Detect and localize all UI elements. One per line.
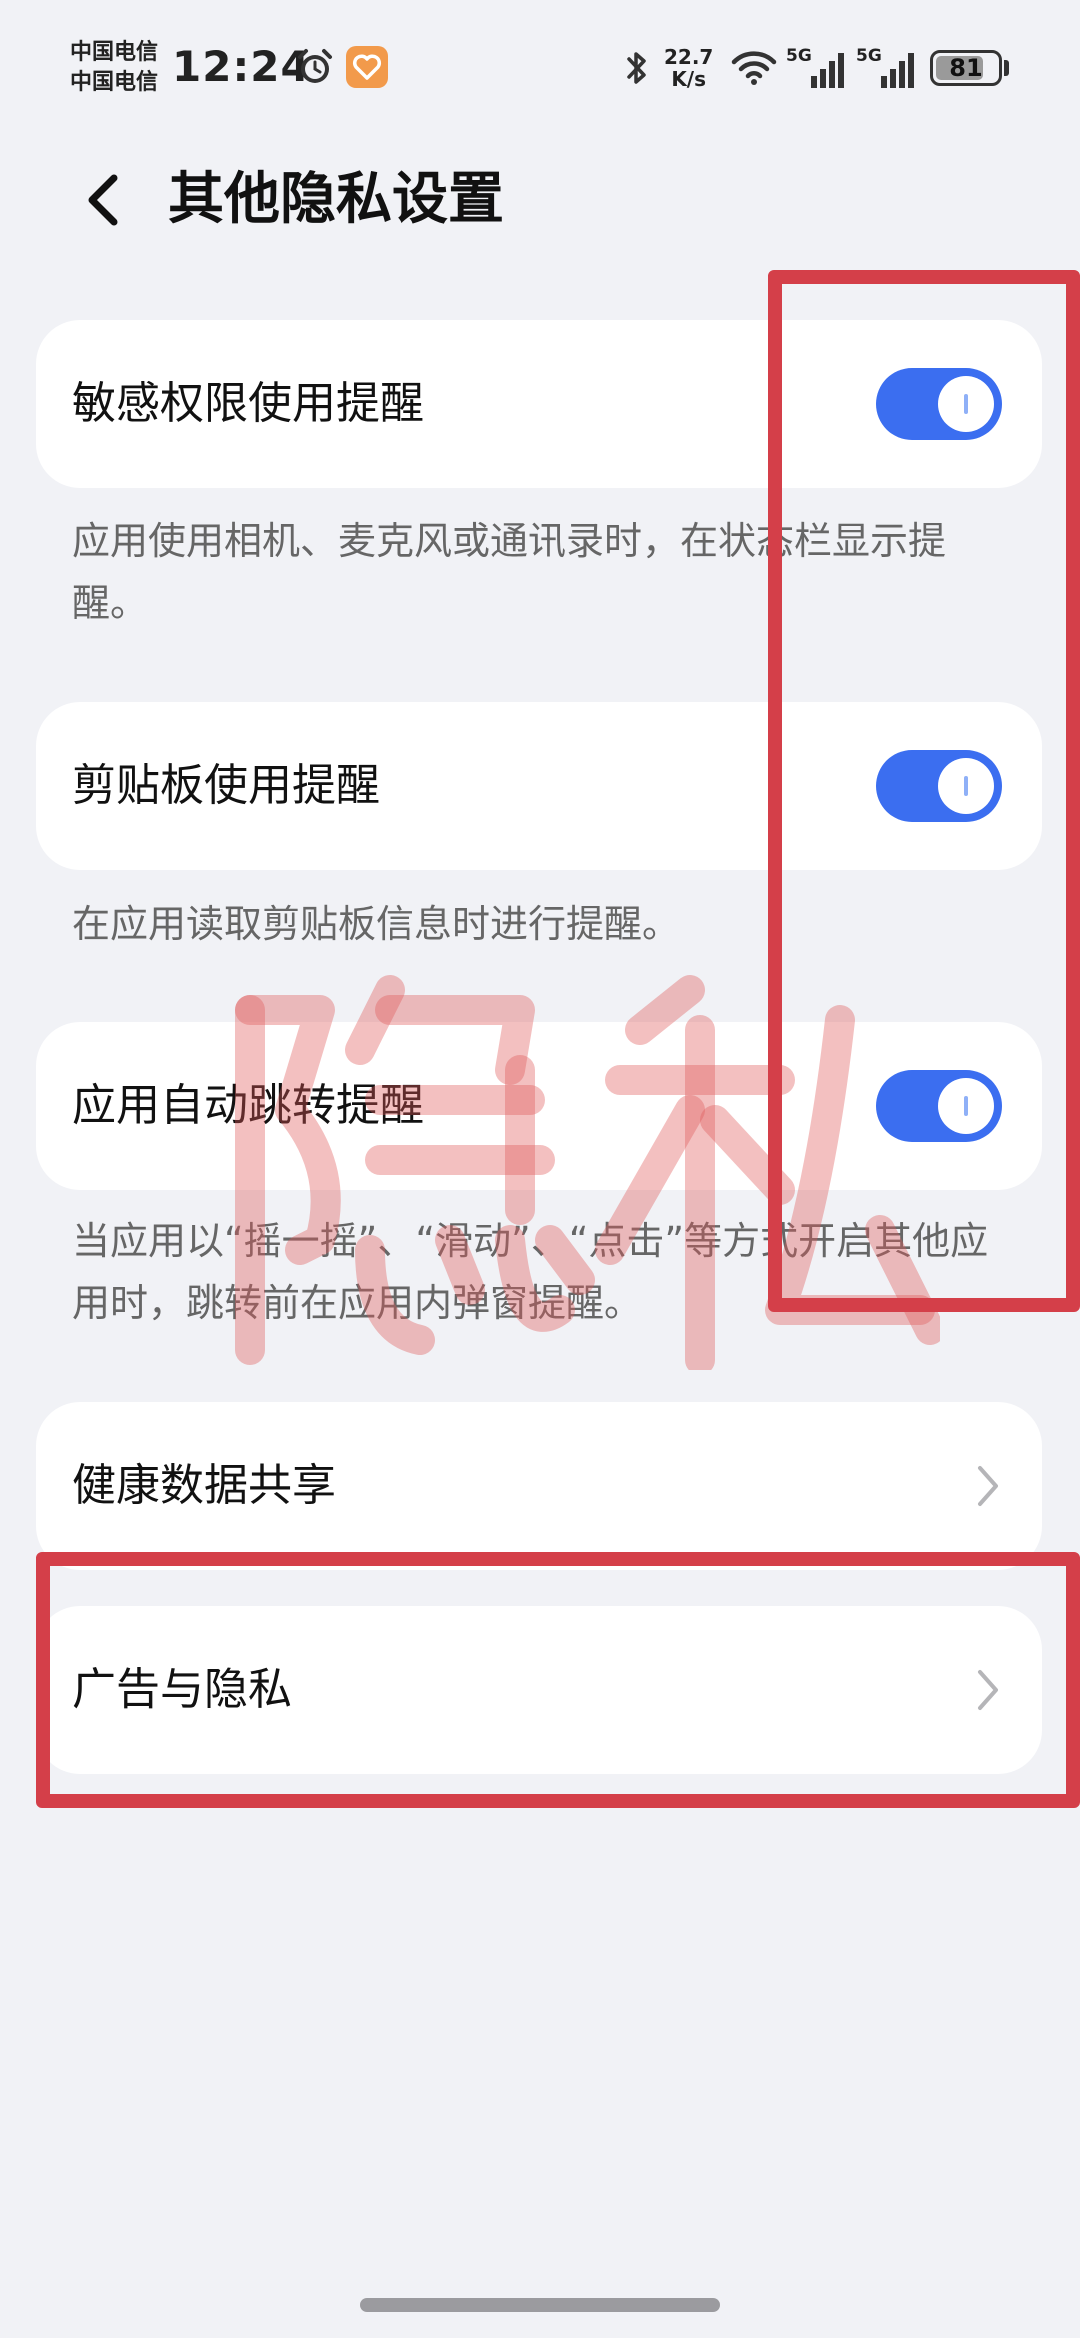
signal-bars-icon	[811, 53, 844, 88]
setting-label: 应用自动跳转提醒	[72, 1080, 424, 1131]
signal-bars-icon	[881, 53, 914, 88]
back-button[interactable]	[70, 160, 140, 240]
carrier-info: 中国电信 中国电信	[70, 38, 158, 98]
network-speed: 22.7 K/s	[664, 46, 713, 90]
setting-sensitive-permission-reminder[interactable]: 敏感权限使用提醒	[36, 320, 1042, 488]
setting-description: 当应用以“摇一摇”、“滑动”、“点击”等方式开启其他应用时，跳转前在应用内弹窗提…	[72, 1219, 989, 1325]
link-health-data-sharing[interactable]: 健康数据共享	[36, 1402, 1042, 1570]
wifi-icon	[731, 51, 777, 85]
chevron-right-icon	[978, 1466, 998, 1506]
app-auto-jump-toggle[interactable]	[876, 1070, 1002, 1142]
page-title: 其他隐私设置	[168, 167, 504, 232]
network-speed-value: 22.7	[664, 45, 714, 69]
alarm-icon	[298, 49, 332, 83]
bluetooth-icon	[627, 52, 646, 84]
signal-2-type: 5G	[856, 46, 882, 66]
setting-description: 应用使用相机、麦克风或通讯录时，在状态栏显示提醒。	[72, 519, 947, 625]
signal-2: 5G	[856, 46, 916, 90]
toggle-knob	[938, 1078, 994, 1134]
link-label: 健康数据共享	[72, 1460, 336, 1511]
clock: 12:24	[172, 42, 311, 91]
link-ads-and-privacy[interactable]: 广告与隐私	[36, 1606, 1042, 1774]
carrier-2: 中国电信	[70, 70, 159, 95]
setting-description: 在应用读取剪贴板信息时进行提醒。	[72, 902, 681, 946]
signal-1: 5G	[786, 46, 846, 90]
health-app-notification-icon	[346, 46, 388, 88]
setting-label: 剪贴板使用提醒	[72, 760, 380, 811]
clipboard-toggle[interactable]	[876, 750, 1002, 822]
carrier-1: 中国电信	[70, 40, 159, 65]
toggle-knob	[938, 376, 994, 432]
network-speed-unit: K/s	[671, 67, 707, 91]
battery-cap	[1004, 60, 1009, 76]
home-indicator[interactable]	[360, 2298, 720, 2312]
setting-app-auto-jump-reminder[interactable]: 应用自动跳转提醒	[36, 1022, 1042, 1190]
chevron-right-icon	[978, 1670, 998, 1710]
battery-icon: 81	[930, 50, 1002, 86]
setting-label: 敏感权限使用提醒	[72, 378, 424, 429]
sensitive-permission-toggle[interactable]	[876, 368, 1002, 440]
setting-clipboard-reminder[interactable]: 剪贴板使用提醒	[36, 702, 1042, 870]
battery-level: 81	[949, 54, 983, 82]
status-bar: 中国电信 中国电信 12:24 22.7 K/s 5G 5G 81	[0, 0, 1080, 130]
toggle-knob	[938, 758, 994, 814]
signal-1-type: 5G	[786, 46, 812, 66]
link-label: 广告与隐私	[72, 1664, 292, 1715]
